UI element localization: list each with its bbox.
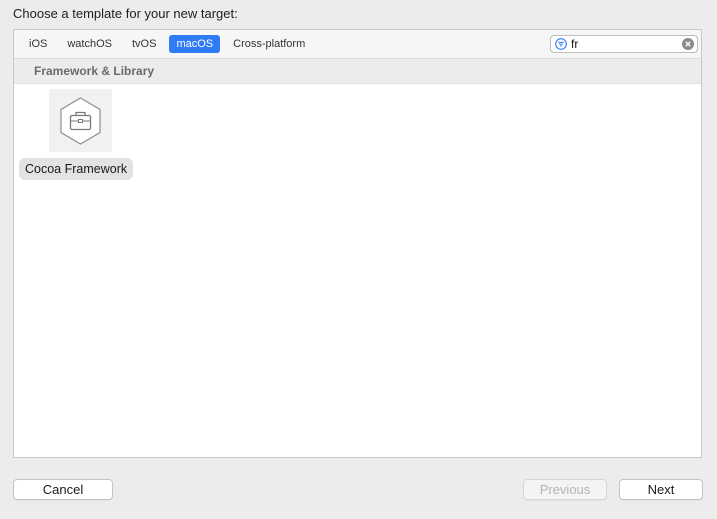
template-label[interactable]: Cocoa Framework	[19, 158, 134, 180]
template-chooser-panel: iOS watchOS tvOS macOS Cross-platform fr…	[13, 29, 702, 458]
template-cocoa-framework[interactable]	[49, 89, 112, 152]
section-title: Framework & Library	[34, 64, 155, 78]
search-input[interactable]: fr	[571, 37, 578, 52]
tab-cross-platform[interactable]: Cross-platform	[226, 35, 312, 53]
tab-macos[interactable]: macOS	[169, 35, 221, 53]
next-button[interactable]: Next	[619, 479, 703, 500]
cancel-button[interactable]: Cancel	[13, 479, 113, 500]
template-search-field[interactable]: fr	[550, 35, 698, 53]
previous-button[interactable]: Previous	[523, 479, 607, 500]
tab-tvos[interactable]: tvOS	[125, 35, 163, 53]
dialog-heading: Choose a template for your new target:	[13, 6, 238, 21]
tab-watchos[interactable]: watchOS	[60, 35, 119, 53]
platform-toolbar: iOS watchOS tvOS macOS Cross-platform fr	[14, 30, 701, 59]
tab-ios[interactable]: iOS	[22, 35, 54, 53]
clear-icon[interactable]	[682, 38, 694, 50]
section-header: Framework & Library	[14, 59, 701, 84]
filter-icon[interactable]	[555, 38, 567, 50]
platform-tabs: iOS watchOS tvOS macOS Cross-platform	[22, 35, 318, 53]
framework-toolbox-icon	[60, 97, 101, 145]
